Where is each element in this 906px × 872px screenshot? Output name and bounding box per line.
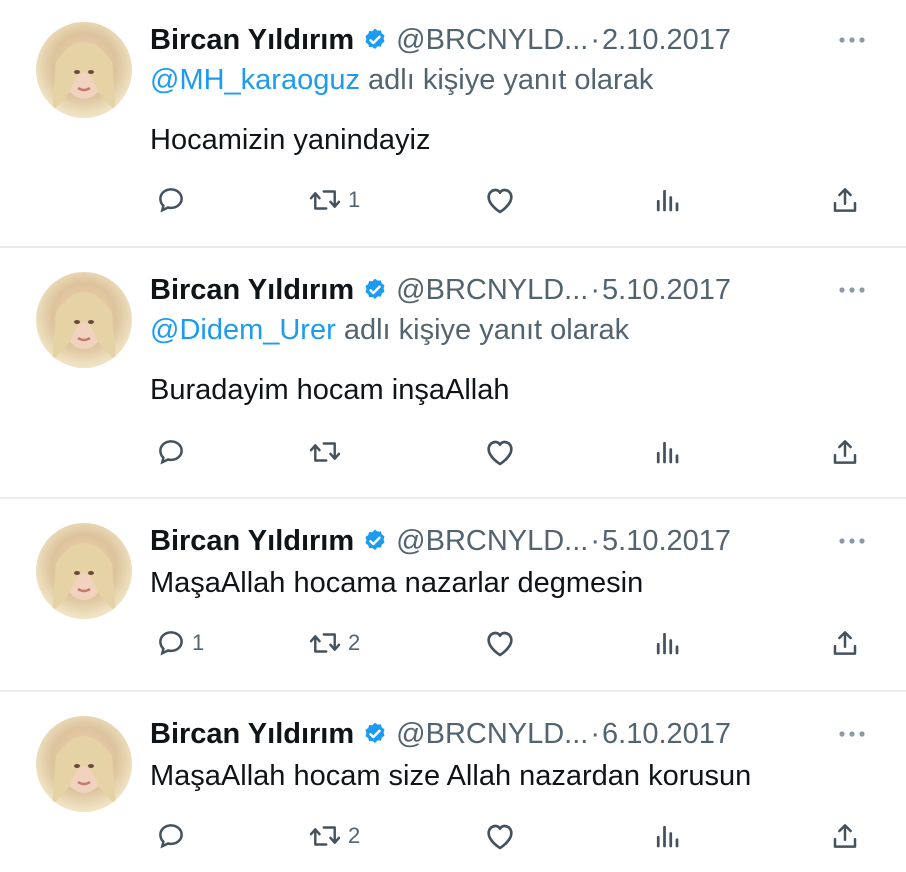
tweet-date[interactable]: 6.10.2017 — [602, 718, 731, 751]
like-icon — [487, 188, 513, 214]
reply-button[interactable] — [156, 182, 192, 218]
verified-badge-icon — [362, 721, 388, 747]
views-button[interactable] — [652, 625, 682, 661]
tweet-date[interactable]: 5.10.2017 — [602, 525, 731, 558]
mention-link[interactable]: @MH_karaoguz — [150, 64, 360, 96]
share-button[interactable] — [830, 182, 860, 218]
retweet-icon — [309, 633, 341, 653]
reply-context: @MH_karaoguz adlı kişiye yanıt olarak — [150, 64, 653, 97]
verified-badge-icon — [362, 277, 388, 303]
author-handle[interactable]: @BRCNYLD... — [396, 718, 588, 751]
avatar[interactable] — [36, 22, 132, 118]
reply-icon — [159, 631, 183, 656]
like-icon — [487, 440, 513, 466]
reply-icon — [159, 824, 183, 849]
tweet-date[interactable]: 2.10.2017 — [602, 24, 731, 57]
reply-icon — [159, 440, 183, 465]
separator: · — [590, 524, 601, 557]
views-icon — [656, 825, 679, 848]
more-icon[interactable] — [832, 280, 872, 300]
share-icon — [833, 440, 857, 464]
reply-context-label: adlı kişiye yanıt olarak — [335, 314, 630, 346]
divider — [0, 690, 906, 692]
share-button[interactable] — [830, 625, 860, 661]
tweet-date[interactable]: 5.10.2017 — [602, 274, 731, 307]
reply-button[interactable] — [156, 818, 192, 854]
reply-button[interactable]: 1 — [156, 625, 204, 661]
divider — [0, 246, 906, 248]
tweet[interactable]: Bircan Yıldırım @BRCNYLD... · 5.10.2017 … — [0, 501, 906, 689]
reply-context: @Didem_Urer adlı kişiye yanıt olarak — [150, 314, 629, 347]
views-icon — [656, 441, 679, 464]
like-button[interactable] — [484, 434, 516, 470]
share-icon — [833, 824, 857, 848]
tweet[interactable]: Bircan Yıldırım @BRCNYLD... · 2.10.2017 … — [0, 0, 906, 245]
separator: · — [590, 717, 601, 750]
author-handle[interactable]: @BRCNYLD... — [396, 274, 588, 307]
retweet-icon — [309, 826, 341, 846]
retweet-count: 2 — [348, 823, 361, 848]
author-handle[interactable]: @BRCNYLD... — [396, 525, 588, 558]
like-icon — [487, 824, 513, 850]
author-name[interactable]: Bircan Yıldırım — [150, 525, 354, 558]
separator: · — [590, 23, 601, 56]
avatar[interactable] — [36, 716, 132, 812]
retweet-button[interactable] — [308, 434, 348, 470]
action-bar: 1 — [150, 182, 870, 218]
author-name[interactable]: Bircan Yıldırım — [150, 274, 354, 307]
reply-icon — [159, 188, 183, 213]
action-bar — [150, 434, 870, 470]
retweet-button[interactable]: 2 — [308, 625, 360, 661]
like-button[interactable] — [484, 625, 516, 661]
tweet[interactable]: Bircan Yıldırım @BRCNYLD... · 5.10.2017 … — [0, 250, 906, 496]
share-icon — [833, 188, 857, 212]
author-name[interactable]: Bircan Yıldırım — [150, 24, 354, 57]
tweet-text: MaşaAllah hocama nazarlar degmesin — [150, 567, 644, 599]
avatar[interactable] — [36, 523, 132, 619]
tweet-text: Buradayim hocam inşaAllah — [150, 374, 510, 406]
action-bar: 1 2 — [150, 625, 870, 661]
views-button[interactable] — [652, 434, 682, 470]
reply-button[interactable] — [156, 434, 192, 470]
reply-context-label: adlı kişiye yanıt olarak — [359, 64, 654, 96]
tweet[interactable]: Bircan Yıldırım @BRCNYLD... · 6.10.2017 … — [0, 694, 906, 872]
avatar-image — [52, 736, 116, 806]
share-button[interactable] — [830, 434, 860, 470]
avatar-image — [52, 543, 116, 613]
author-name[interactable]: Bircan Yıldırım — [150, 718, 354, 751]
views-icon — [656, 189, 679, 212]
retweet-count: 1 — [348, 187, 361, 212]
share-icon — [833, 631, 857, 655]
avatar-image — [52, 42, 116, 112]
verified-badge-icon — [362, 528, 388, 554]
like-button[interactable] — [484, 818, 516, 854]
divider — [0, 497, 906, 499]
like-icon — [487, 631, 513, 657]
reply-count: 1 — [192, 630, 205, 655]
retweet-button[interactable]: 1 — [308, 182, 360, 218]
more-icon[interactable] — [832, 531, 872, 551]
retweet-button[interactable]: 2 — [308, 818, 360, 854]
avatar[interactable] — [36, 272, 132, 368]
retweet-count: 2 — [348, 630, 361, 655]
tweet-text: Hocamizin yanindayiz — [150, 124, 431, 156]
tweet-text: MaşaAllah hocam size Allah nazardan koru… — [150, 760, 752, 792]
verified-badge-icon — [362, 27, 388, 53]
views-icon — [656, 632, 679, 655]
views-button[interactable] — [652, 818, 682, 854]
retweet-icon — [309, 442, 341, 462]
retweet-icon — [309, 190, 341, 210]
more-icon[interactable] — [832, 30, 872, 50]
mention-link[interactable]: @Didem_Urer — [150, 314, 336, 346]
like-button[interactable] — [484, 182, 516, 218]
views-button[interactable] — [652, 182, 682, 218]
share-button[interactable] — [830, 818, 860, 854]
author-handle[interactable]: @BRCNYLD... — [396, 24, 588, 57]
avatar-image — [52, 292, 116, 362]
more-icon[interactable] — [832, 724, 872, 744]
action-bar: 2 — [150, 818, 870, 854]
separator: · — [590, 273, 601, 306]
